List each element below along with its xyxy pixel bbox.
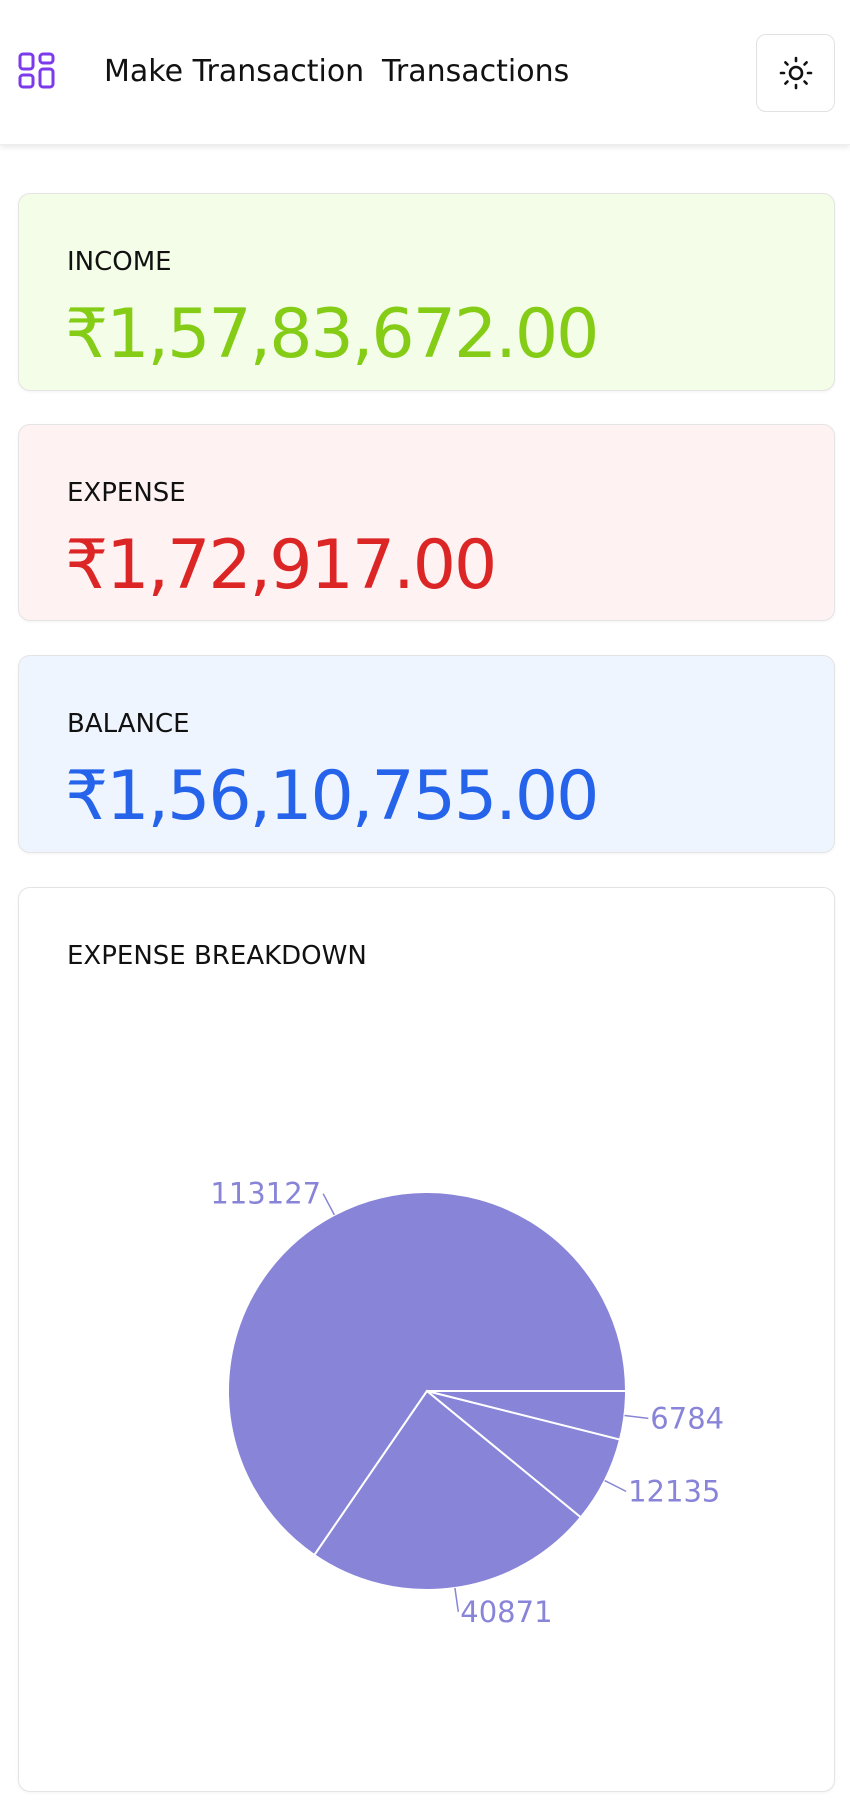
pie-data-label: 12135 xyxy=(628,1474,720,1508)
income-value: ₹1,57,83,672.00 xyxy=(65,295,599,374)
nav-link-transactions[interactable]: Transactions xyxy=(382,50,569,94)
expense-label: EXPENSE xyxy=(67,478,186,508)
theme-toggle-button[interactable] xyxy=(756,34,835,112)
pie-label-line xyxy=(624,1414,649,1420)
expense-pie-chart: 113127 40871 12135 6784 xyxy=(210,1177,724,1629)
pie-data-label: 6784 xyxy=(650,1401,724,1435)
pie-data-label: 113127 xyxy=(210,1177,321,1211)
balance-label: BALANCE xyxy=(67,709,190,739)
pie-data-label: 40871 xyxy=(460,1595,552,1629)
pie-label-line xyxy=(322,1193,335,1216)
sun-icon xyxy=(779,56,812,90)
income-card: INCOME ₹1,57,83,672.00 xyxy=(18,193,835,391)
income-label: INCOME xyxy=(67,247,172,277)
balance-value: ₹1,56,10,755.00 xyxy=(65,757,599,836)
pie-label-line xyxy=(454,1587,460,1612)
balance-card: BALANCE ₹1,56,10,755.00 xyxy=(18,655,835,853)
nav-link-make-transaction[interactable]: Make Transaction xyxy=(104,50,364,94)
dashboard-grid-icon[interactable] xyxy=(18,52,56,90)
expense-card: EXPENSE ₹1,72,917.00 xyxy=(18,424,835,621)
expense-value: ₹1,72,917.00 xyxy=(65,526,497,605)
pie-label-line xyxy=(604,1479,627,1493)
expense-breakdown-card: EXPENSE BREAKDOWN 113127 40871 12135 6784 xyxy=(18,887,835,1792)
navbar: Make Transaction Transactions xyxy=(0,0,850,145)
